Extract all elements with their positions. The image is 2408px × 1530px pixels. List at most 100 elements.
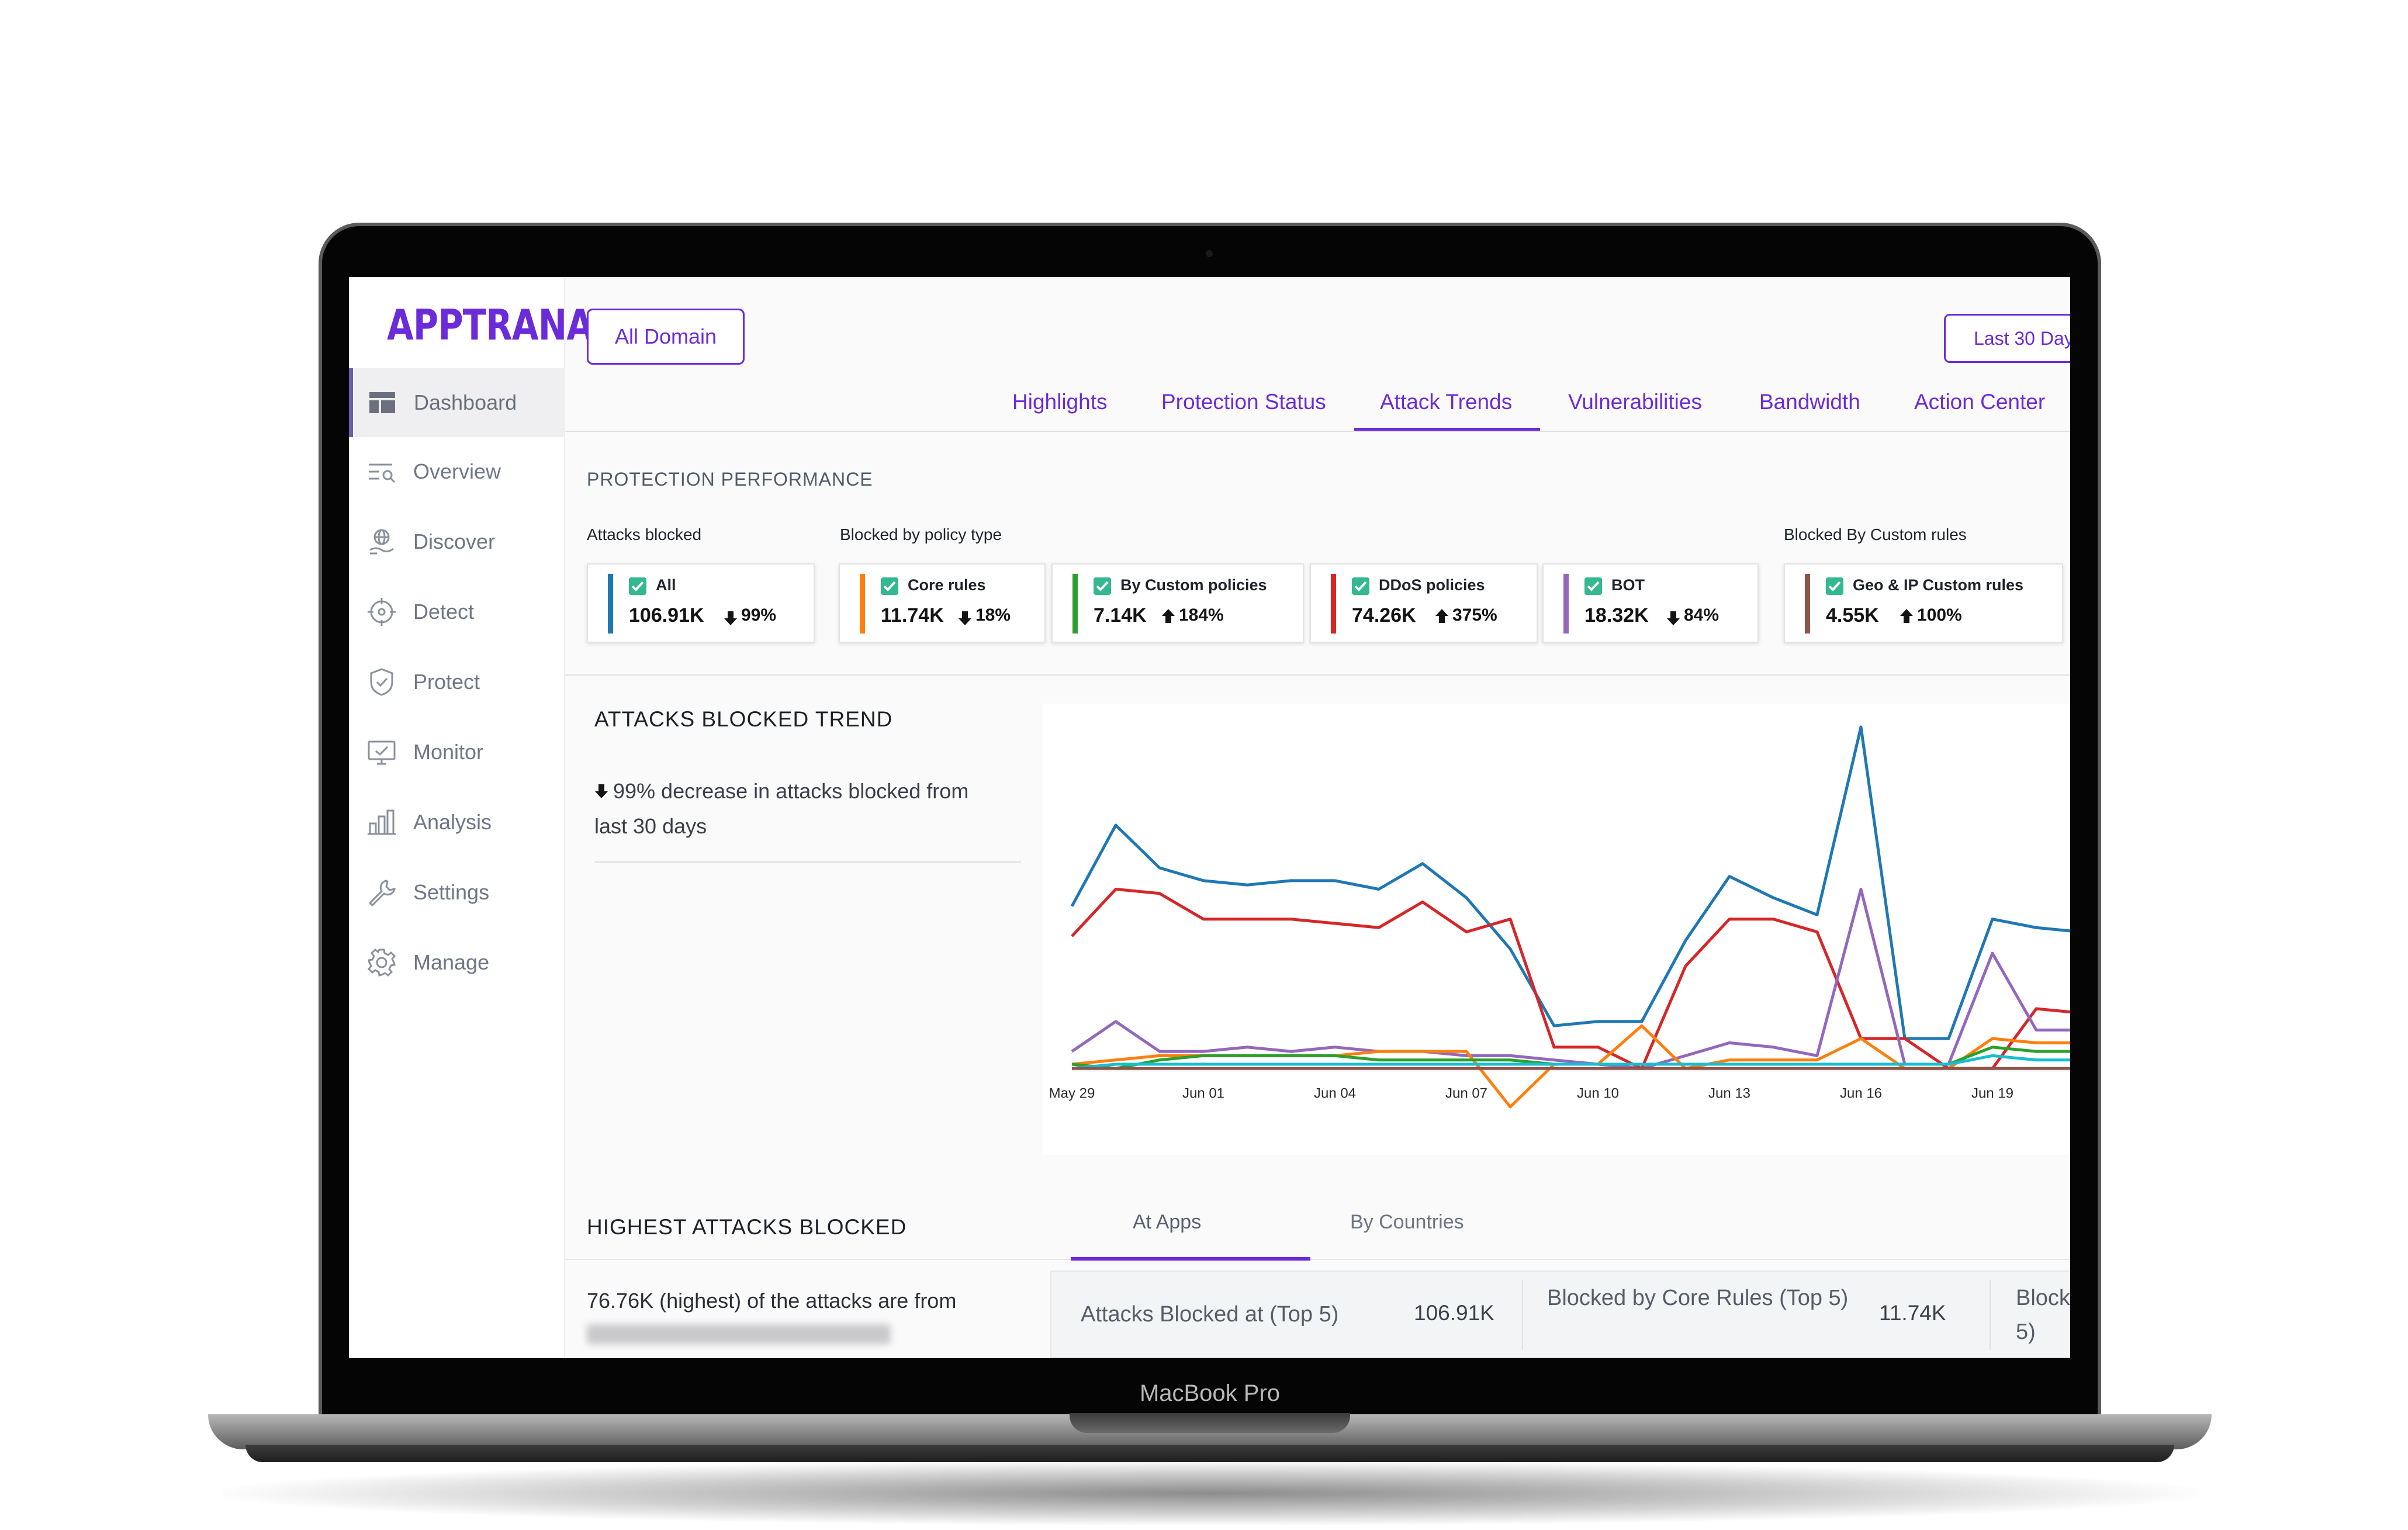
sidebar-item-label: Dashboard xyxy=(414,390,517,414)
tab-protection-status[interactable]: Protection Status xyxy=(1161,390,1326,414)
attacks-trend-chart: May 29 Jun 01 Jun 04 Jun 07 Jun 10 Jun 13 Jun … xyxy=(1043,704,2070,1155)
highest-attacks-description: 76.76K (highest) of the attacks are from xyxy=(587,1289,957,1313)
checkbox-checked[interactable] xyxy=(881,577,898,595)
tab-action-center[interactable]: Action Center xyxy=(1914,390,2045,414)
checkbox-checked[interactable] xyxy=(1584,577,1602,595)
shield-icon xyxy=(370,668,393,696)
highest-attacks-title: HIGHEST ATTACKS BLOCKED xyxy=(587,1215,907,1239)
sidebar-item-manage[interactable]: Manage xyxy=(349,928,565,997)
stat-value: 11.74K xyxy=(1879,1301,1946,1325)
overview-icon xyxy=(369,463,396,483)
card-label: By Custom policies xyxy=(1120,576,1267,594)
main-content: All Domain Last 30 Days Highlights Prote… xyxy=(565,277,2070,1358)
sidebar-item-label: Settings xyxy=(413,880,490,904)
series-color-bar xyxy=(1331,574,1336,634)
metric-card-custom-policies[interactable]: By Custom policies 7.14K 184% xyxy=(1051,563,1304,643)
checkbox-checked[interactable] xyxy=(1094,577,1111,595)
sidebar-item-discover[interactable]: Discover xyxy=(349,507,565,576)
dashboard-icon xyxy=(369,392,395,413)
series-color-bar xyxy=(1072,574,1078,634)
card-delta: 18% xyxy=(975,605,1011,625)
card-delta: 100% xyxy=(1917,605,1962,625)
x-tick-label: Jun 19 xyxy=(1971,1085,2013,1101)
arrow-up-icon xyxy=(1162,609,1175,623)
gear-icon xyxy=(367,948,396,977)
wrench-icon xyxy=(368,880,396,907)
sidebar-item-dashboard[interactable]: Dashboard xyxy=(349,368,565,437)
x-tick-label: Jun 10 xyxy=(1577,1085,1619,1101)
sidebar-item-label: Detect xyxy=(413,600,475,624)
card-value: 4.55K xyxy=(1826,604,1879,626)
stat-value: 106.91K xyxy=(1414,1301,1494,1325)
arrow-up-icon xyxy=(1900,609,1913,623)
card-value: 106.91K xyxy=(629,604,704,626)
check-icon xyxy=(883,581,896,591)
arrow-down-icon xyxy=(595,784,608,798)
x-tick-label: Jun 07 xyxy=(1445,1085,1487,1101)
x-tick-label: Jun 13 xyxy=(1708,1085,1750,1101)
laptop-base-edge xyxy=(245,1445,2174,1462)
arrow-down-icon xyxy=(959,611,971,625)
checkbox-checked[interactable] xyxy=(1826,577,1843,595)
card-delta: 375% xyxy=(1452,605,1497,625)
card-label: All xyxy=(656,576,676,594)
card-value: 11.74K xyxy=(881,604,944,626)
sidebar-item-settings[interactable]: Settings xyxy=(349,858,565,927)
metric-card-ddos-policies[interactable]: DDoS policies 74.26K 375% xyxy=(1310,563,1538,643)
crosshair-icon xyxy=(368,598,396,626)
metric-card-geo-ip-rules[interactable]: Geo & IP Custom rules 4.55K 100% xyxy=(1784,563,2063,643)
card-label: DDoS policies xyxy=(1379,576,1485,594)
attacks-blocked-label: Attacks blocked xyxy=(587,525,702,544)
card-value: 18.32K xyxy=(1584,604,1649,626)
stat-separator xyxy=(1522,1280,1523,1350)
card-value: 7.14K xyxy=(1094,604,1147,626)
bar-chart-icon xyxy=(368,809,396,835)
sidebar-item-protect[interactable]: Protect xyxy=(349,648,565,716)
card-delta: 184% xyxy=(1179,605,1224,625)
sidebar-item-analysis[interactable]: Analysis xyxy=(349,788,565,857)
series-color-bar xyxy=(1805,574,1810,634)
metric-card-bot[interactable]: BOT 18.32K 84% xyxy=(1542,563,1759,643)
sidebar-item-detect[interactable]: Detect xyxy=(349,577,565,646)
line-chart: May 29 Jun 01 Jun 04 Jun 07 Jun 10 Jun 13 Jun … xyxy=(1049,725,2070,1109)
card-label: Core rules xyxy=(908,576,986,594)
check-icon xyxy=(1587,581,1600,591)
series-line-2 xyxy=(1071,888,2070,1070)
sidebar-item-overview[interactable]: Overview xyxy=(349,437,565,506)
subtab-at-apps[interactable]: At Apps xyxy=(1133,1211,1201,1234)
sidebar-item-monitor[interactable]: Monitor xyxy=(349,718,565,787)
dashboard-tabs: Highlights Protection Status Attack Tren… xyxy=(565,385,2070,432)
card-delta: 84% xyxy=(1684,605,1719,625)
check-icon xyxy=(1354,581,1367,591)
sidebar-item-label: Manage xyxy=(413,950,490,974)
subtab-by-countries[interactable]: By Countries xyxy=(1350,1211,1464,1234)
arrow-down-icon xyxy=(724,611,737,625)
active-subtab-indicator xyxy=(1071,1257,1310,1261)
series-color-bar xyxy=(860,574,865,634)
arrow-up-icon xyxy=(1435,609,1448,623)
checkbox-checked[interactable] xyxy=(629,577,646,595)
metric-card-all[interactable]: All 106.91K 99% xyxy=(587,563,815,643)
card-label: BOT xyxy=(1611,576,1645,594)
stat-label: Blocked by Custom Rules (Top 5) xyxy=(2016,1286,2070,1344)
trend-description-text: 99% decrease in attacks blocked from las… xyxy=(594,779,969,838)
all-domain-button[interactable]: All Domain xyxy=(587,309,745,365)
checkbox-checked[interactable] xyxy=(1352,577,1369,595)
tab-vulnerabilities[interactable]: Vulnerabilities xyxy=(1568,390,1702,414)
stat-label: Attacks Blocked at (Top 5) xyxy=(1081,1302,1339,1327)
sidebar-item-label: Analysis xyxy=(413,810,492,834)
protection-performance-title: PROTECTION PERFORMANCE xyxy=(587,469,873,490)
metric-card-core-rules[interactable]: Core rules 11.74K 18% xyxy=(839,563,1046,643)
trend-underline xyxy=(594,861,1021,863)
x-tick-label: Jun 04 xyxy=(1314,1085,1356,1101)
stat-separator xyxy=(1990,1280,1991,1350)
card-value: 74.26K xyxy=(1352,604,1416,626)
tab-bandwidth[interactable]: Bandwidth xyxy=(1759,390,1860,414)
date-range-button[interactable]: Last 30 Days xyxy=(1944,314,2070,363)
tab-attack-trends[interactable]: Attack Trends xyxy=(1380,390,1512,414)
tab-highlights[interactable]: Highlights xyxy=(1012,390,1107,414)
sidebar-item-label: Overview xyxy=(413,459,501,483)
series-line-0 xyxy=(1070,725,2070,1040)
card-label: Geo & IP Custom rules xyxy=(1853,576,2024,594)
top5-stats-strip: Attacks Blocked at (Top 5) 106.91K Block… xyxy=(1050,1271,2070,1358)
